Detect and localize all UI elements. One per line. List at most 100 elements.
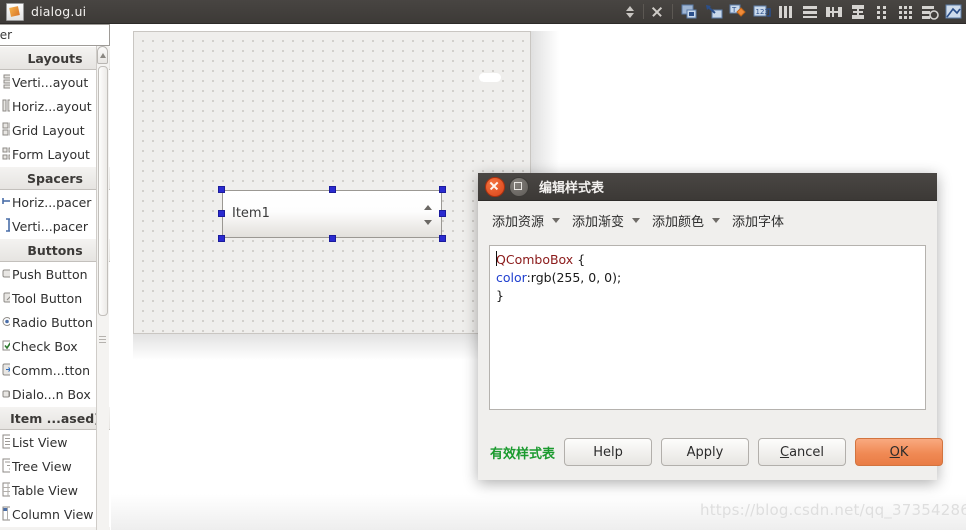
dialog-titlebar: 编辑样式表 [478, 173, 937, 201]
toolbar-separator [643, 4, 644, 19]
chevron-down-icon[interactable] [712, 217, 721, 223]
combobox-widget[interactable]: Item1 [222, 190, 442, 238]
layout-vertically-icon[interactable] [799, 2, 821, 22]
css-plain-token: } [496, 288, 504, 303]
help-button[interactable]: Help [564, 438, 653, 466]
layout-v-glyph [799, 2, 821, 22]
widget-list-item[interactable]: Dialo...n Box [0, 382, 110, 406]
edit-widgets-icon[interactable] [679, 2, 701, 22]
scrollbar-thumb[interactable] [98, 66, 108, 316]
qt-designer-window: dialog.ui T 123 er Layouts Verti...ayout… [0, 0, 966, 530]
resize-handle-bottom-left[interactable] [218, 235, 225, 242]
adjust-size-icon[interactable] [943, 2, 965, 22]
svg-text:T: T [731, 6, 737, 14]
edit-buddies-icon[interactable]: T [727, 2, 749, 22]
table-view-icon [2, 482, 10, 498]
dialog-menubar[interactable]: 添加资源 添加渐变 添加颜色 添加字体 [478, 201, 937, 239]
resize-handle-middle-right[interactable] [439, 210, 446, 217]
resize-handle-top-center[interactable] [329, 186, 336, 193]
widget-list-item[interactable]: Push Button [0, 262, 110, 286]
list-view-icon [2, 434, 10, 450]
widget-list-item[interactable]: Radio Button [0, 310, 110, 334]
dialog-menu-item[interactable]: 添加资源 [492, 211, 568, 230]
dialog-menu-item[interactable]: 添加渐变 [572, 211, 648, 230]
widget-list-item[interactable]: Form Layout [0, 142, 110, 166]
chevron-down-icon[interactable] [552, 217, 561, 223]
horizontal-spacer-icon [2, 194, 10, 210]
push-button-icon [2, 266, 10, 282]
maximize-icon[interactable] [509, 176, 529, 197]
widget-list-item[interactable]: Verti...pacer [0, 214, 110, 238]
close-icon[interactable] [649, 3, 665, 21]
widget-list-item[interactable]: Grid Layout [0, 118, 110, 142]
widget-list-item[interactable]: Table View [0, 478, 110, 502]
close-icon[interactable] [485, 176, 505, 197]
ok-button[interactable]: OK [855, 438, 944, 466]
cancel-button[interactable]: Cancel [758, 438, 847, 466]
watermark-text: https://blog.csdn.net/qq_37354286 [700, 501, 966, 519]
chevron-down-icon[interactable] [632, 217, 641, 223]
combobox-widget-wrapper[interactable]: Item1 [218, 186, 446, 242]
edit-signals-slots-icon[interactable] [703, 2, 725, 22]
form-canvas[interactable]: Item1 [133, 31, 531, 334]
edit-stylesheet-dialog: 编辑样式表 添加资源 添加渐变 添加颜色 添加字体 QComboBox {color:… [478, 173, 944, 480]
resize-handle-middle-left[interactable] [218, 210, 225, 217]
widget-list-item[interactable]: Comm...tton [0, 358, 110, 382]
layout-vertical-splitter-icon[interactable] [847, 2, 869, 22]
widget-list-item[interactable]: Tree View [0, 454, 110, 478]
layout-horizontal-splitter-icon[interactable] [823, 2, 845, 22]
widget-box-scrollbar[interactable] [96, 46, 109, 530]
widget-box-list[interactable]: Layouts Verti...ayout Horiz...ayout Grid La… [0, 46, 110, 530]
layout-horizontally-icon[interactable] [775, 2, 797, 22]
widget-category-label: Buttons [27, 242, 83, 258]
break-layout-icon[interactable] [919, 2, 941, 22]
updown-arrows-icon[interactable] [424, 205, 433, 225]
resize-handle-bottom-right[interactable] [439, 235, 446, 242]
widget-list-item-label: Push Button [12, 266, 88, 282]
widget-list-item[interactable]: Horiz...pacer [0, 190, 110, 214]
dialog-menu-item-label: 添加字体 [732, 214, 785, 230]
css-plain-token: :rgb(255, 0, 0); [526, 270, 622, 285]
form-layout-icon [2, 146, 10, 162]
dialog-menu-item[interactable]: 添加颜色 [652, 211, 728, 230]
stylesheet-validity-status: 有效样式表 [490, 446, 556, 462]
widget-category-header[interactable]: Buttons [0, 238, 110, 262]
widget-category-label: Spacers [27, 170, 83, 186]
resize-handle-top-right[interactable] [439, 186, 446, 193]
resize-handle-top-left[interactable] [218, 186, 225, 193]
widget-list-item[interactable]: List View [0, 430, 110, 454]
widget-category-header[interactable]: Item ...ased) [0, 526, 110, 530]
edit-tab-order-icon[interactable]: 123 [751, 2, 773, 22]
layout-h-glyph [775, 2, 797, 22]
apply-button[interactable]: Apply [661, 438, 750, 466]
widget-category-header[interactable]: Spacers [0, 166, 110, 190]
widget-list-item[interactable]: Tool Button [0, 286, 110, 310]
widget-list-item[interactable]: Column View [0, 502, 110, 526]
layout-form-icon[interactable] [871, 2, 893, 22]
widget-filter-box[interactable]: ter [0, 24, 110, 46]
main-titlebar: dialog.ui T 123 [0, 0, 966, 24]
widget-category-label: Layouts [27, 50, 83, 66]
scroll-up-arrow-icon[interactable] [97, 46, 108, 64]
signals-slots-glyph [703, 2, 725, 22]
widget-list-item-label: Radio Button [12, 314, 93, 330]
css-selector-token: QComboBox [496, 252, 574, 267]
stylesheet-editor[interactable]: QComboBox {color:rgb(255, 0, 0);} [489, 245, 926, 410]
widget-list-item[interactable]: Horiz...ayout [0, 94, 110, 118]
tab-order-glyph: 123 [751, 2, 773, 22]
edit-widgets-glyph [679, 2, 701, 22]
dialog-menu-item[interactable]: 添加字体 [732, 211, 784, 230]
resize-handle-bottom-center[interactable] [329, 235, 336, 242]
resize-vertical-icon[interactable] [623, 3, 637, 21]
widget-list-item[interactable]: Verti...ayout [0, 70, 110, 94]
widget-list-item-label: Grid Layout [12, 122, 85, 138]
horizontal-layout-icon [2, 98, 10, 114]
widget-box-panel: ter Layouts Verti...ayout Horiz...ayout Gri… [0, 24, 110, 530]
widget-list-item[interactable]: Check Box [0, 334, 110, 358]
check-box-icon [2, 338, 10, 354]
widget-category-header[interactable]: Item ...ased) [0, 406, 110, 430]
widget-list-item-label: Comm...tton [12, 362, 91, 378]
stylesheet-code-line: QComboBox { [496, 251, 919, 269]
widget-category-header[interactable]: Layouts [0, 46, 110, 70]
layout-grid-icon[interactable] [895, 2, 917, 22]
